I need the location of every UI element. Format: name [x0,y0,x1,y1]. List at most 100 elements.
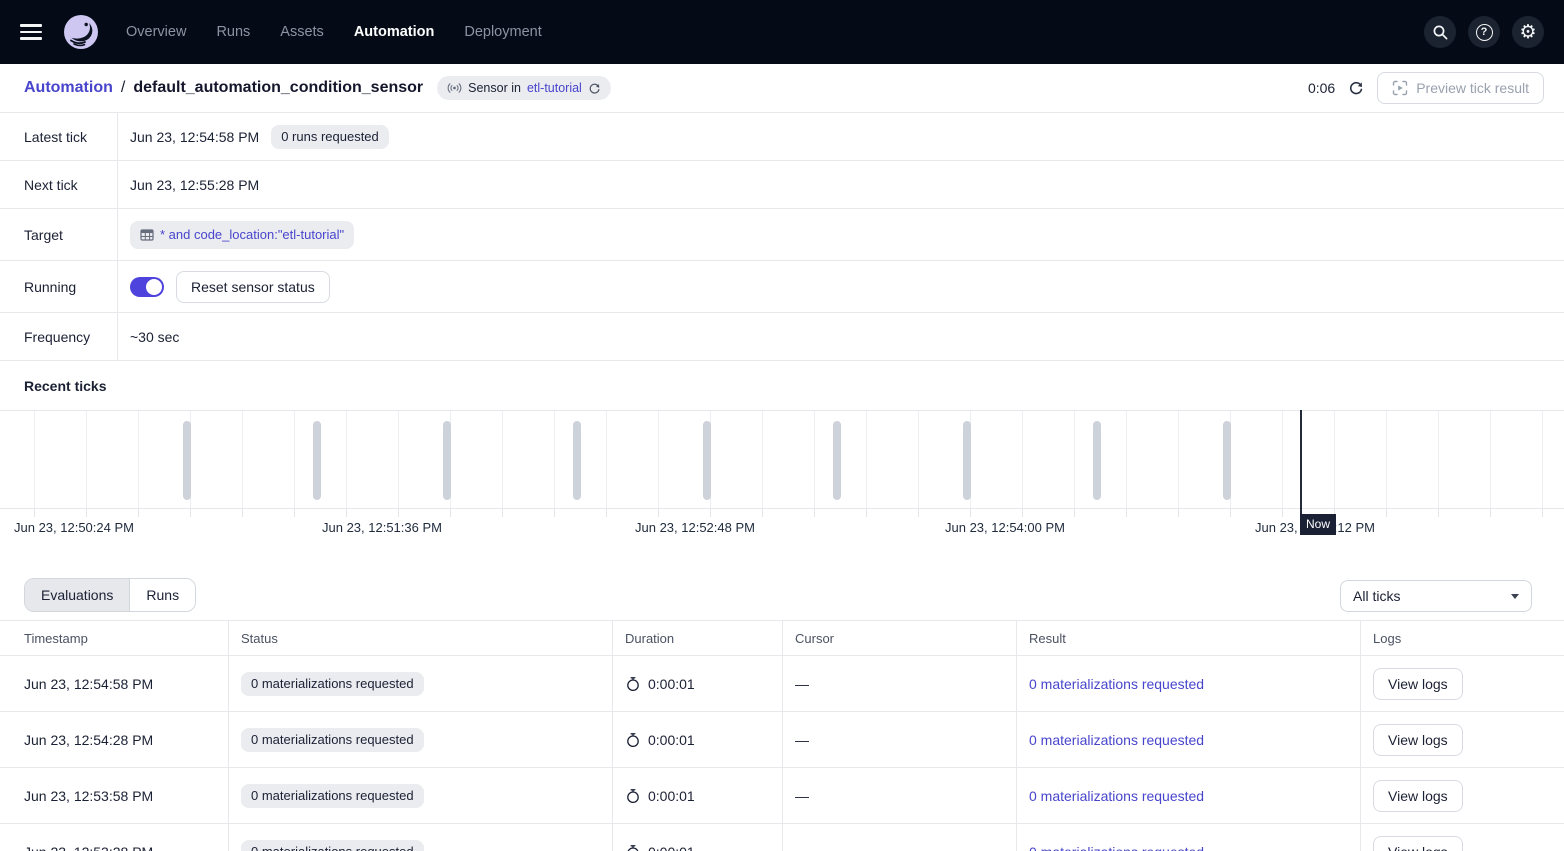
col-header-logs: Logs [1360,621,1564,655]
reset-sensor-status-button[interactable]: Reset sensor status [176,271,330,303]
target-selection-text: * and code_location:"etl-tutorial" [160,227,344,242]
timeline-axis-tick [1282,509,1283,517]
result-link[interactable]: 0 materializations requested [1029,676,1204,692]
cell-timestamp: Jun 23, 12:54:58 PM [0,656,228,711]
ticks-filter-value: All ticks [1353,588,1400,604]
view-logs-button[interactable]: View logs [1373,668,1463,700]
timeline-axis-tick [1126,509,1127,517]
timeline-axis-tick [190,509,191,517]
timeline-gridline [1126,411,1127,508]
timeline-axis-tick [346,509,347,517]
timeline-axis-tick [762,509,763,517]
refresh-icon[interactable] [1345,77,1367,99]
latest-tick-label: Latest tick [0,113,118,160]
tab-evaluations[interactable]: Evaluations [25,579,130,611]
chevron-down-icon [1511,594,1519,599]
timeline-gridline [606,411,607,508]
timeline-axis-tick [866,509,867,517]
tab-runs[interactable]: Runs [130,579,195,611]
view-mode-tabs: Evaluations Runs [24,578,196,612]
filter-bar: Evaluations Runs All ticks [0,556,1564,612]
timeline-axis-tick [710,509,711,517]
sensor-tick-bar[interactable] [183,421,191,500]
timeline-gridline [346,411,347,508]
timeline-gridline [1074,411,1075,508]
table-row: Jun 23, 12:54:58 PM 0 materializations r… [0,656,1564,712]
target-row: Target * and code_location:"etl-tutorial… [0,209,1564,261]
result-link[interactable]: 0 materializations requested [1029,844,1204,851]
sensor-location-badge: Sensor in etl-tutorial [437,76,611,100]
view-logs-button[interactable]: View logs [1373,780,1463,812]
timeline-gridline [1334,411,1335,508]
timeline-gridline [554,411,555,508]
nav-item-automation[interactable]: Automation [354,24,435,40]
cell-duration: 0:00:01 [648,676,695,692]
nav-item-runs[interactable]: Runs [216,24,250,40]
search-icon[interactable] [1424,16,1456,48]
sensor-tick-bar[interactable] [703,421,711,500]
code-location-link[interactable]: etl-tutorial [527,81,582,95]
stopwatch-icon [625,844,641,851]
timeline-axis-tick [138,509,139,517]
timeline-axis-tick [242,509,243,517]
timeline-axis-tick [294,509,295,517]
status-badge: 0 materializations requested [241,784,424,808]
timeline-gridline [1178,411,1179,508]
evaluations-table: Timestamp Status Duration Cursor Result … [0,620,1564,851]
target-selection-chip[interactable]: * and code_location:"etl-tutorial" [130,221,354,249]
sensor-tick-bar[interactable] [313,421,321,500]
help-icon[interactable]: ? [1468,16,1500,48]
timeline-gridline [502,411,503,508]
timeline-gridline [918,411,919,508]
sensor-icon [447,81,462,95]
timeline-gridline [1542,411,1543,508]
running-toggle[interactable] [130,277,164,297]
asset-table-icon [140,228,154,242]
timeline-axis-tick [1386,509,1387,517]
cell-cursor: — [782,824,1016,851]
timeline-gridline [866,411,867,508]
view-logs-button[interactable]: View logs [1373,836,1463,851]
nav-item-deployment[interactable]: Deployment [464,24,541,40]
menu-icon[interactable] [20,18,48,46]
sensor-badge-text: Sensor in [468,81,521,95]
target-label: Target [0,209,118,260]
timeline-axis-tick [398,509,399,517]
sensor-tick-bar[interactable] [1093,421,1101,500]
timeline-axis-tick [502,509,503,517]
nav-item-overview[interactable]: Overview [126,24,186,40]
badge-refresh-icon[interactable] [588,82,601,95]
sensor-tick-bar[interactable] [573,421,581,500]
preview-tick-result-button[interactable]: Preview tick result [1377,72,1544,104]
preview-play-icon [1392,80,1408,96]
sensor-tick-bar[interactable] [963,421,971,500]
nav-actions: ? ⚙ [1424,16,1544,48]
timeline-gridline [1490,411,1491,508]
stopwatch-icon [625,676,641,692]
nav-item-assets[interactable]: Assets [280,24,324,40]
ticks-filter-dropdown[interactable]: All ticks [1340,580,1532,612]
col-header-timestamp: Timestamp [0,621,228,655]
timeline-axis-tick [1490,509,1491,517]
result-link[interactable]: 0 materializations requested [1029,732,1204,748]
header-actions: 0:06 Preview tick result [1308,72,1544,104]
timeline-gridline [814,411,815,508]
latest-tick-row: Latest tick Jun 23, 12:54:58 PM 0 runs r… [0,113,1564,161]
sensor-tick-bar[interactable] [833,421,841,500]
cell-duration: 0:00:01 [648,844,695,851]
cell-cursor: — [782,656,1016,711]
col-header-duration: Duration [612,621,782,655]
settings-gear-icon[interactable]: ⚙ [1512,16,1544,48]
view-logs-button[interactable]: View logs [1373,724,1463,756]
timeline-axis-tick [1438,509,1439,517]
sensor-tick-bar[interactable] [443,421,451,500]
dagster-logo-icon[interactable] [62,13,100,51]
sensor-tick-bar[interactable] [1223,421,1231,500]
col-header-cursor: Cursor [782,621,1016,655]
cell-timestamp: Jun 23, 12:53:28 PM [0,824,228,851]
result-link[interactable]: 0 materializations requested [1029,788,1204,804]
next-tick-row: Next tick Jun 23, 12:55:28 PM [0,161,1564,209]
table-row: Jun 23, 12:54:28 PM 0 materializations r… [0,712,1564,768]
breadcrumb-automation-link[interactable]: Automation [24,79,113,97]
timeline-axis-tick [606,509,607,517]
